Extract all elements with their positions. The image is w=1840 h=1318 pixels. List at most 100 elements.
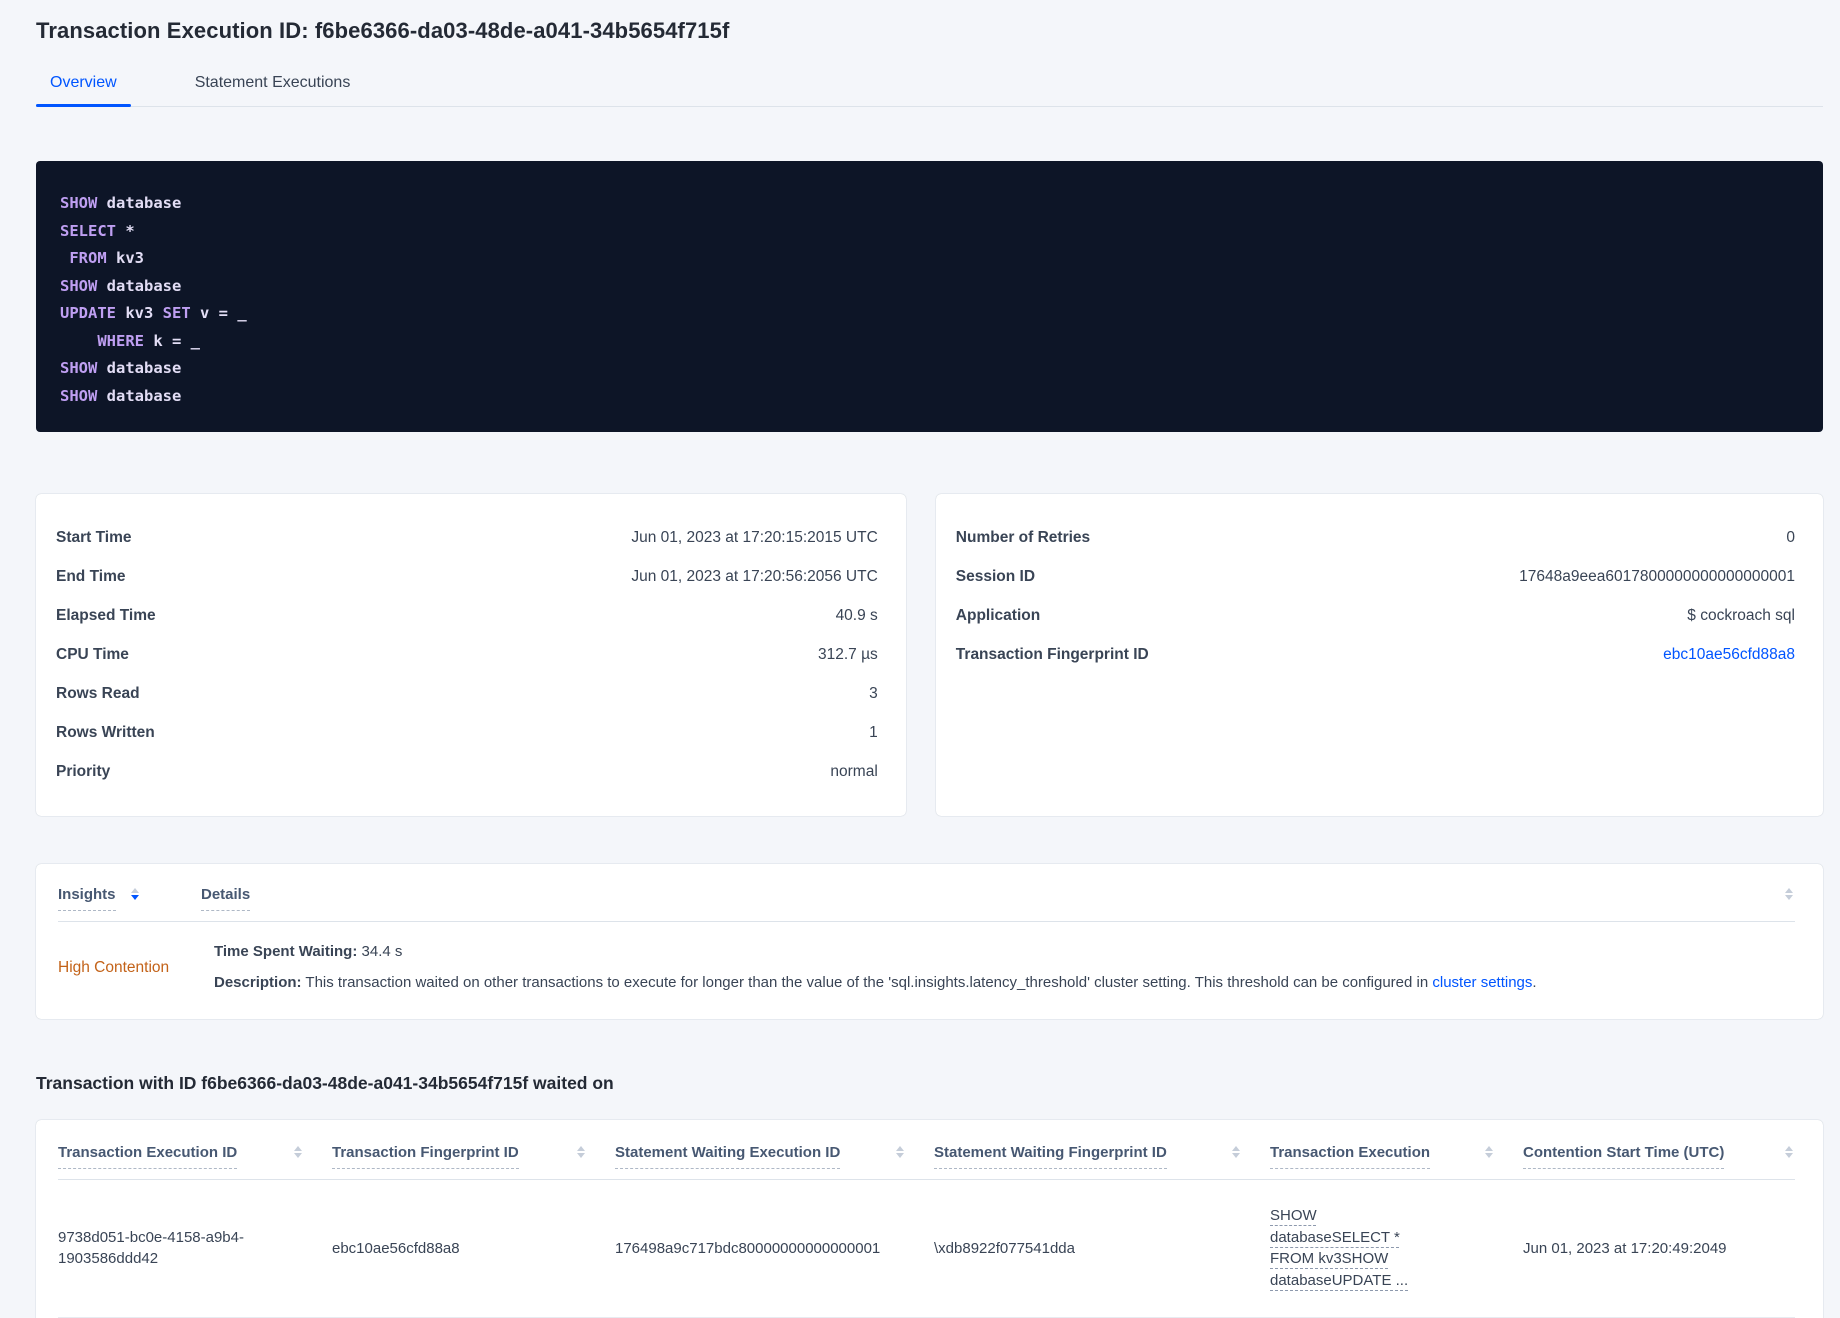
column-label[interactable]: Transaction Fingerprint ID bbox=[332, 1144, 519, 1169]
sort-down-arrow bbox=[1232, 1153, 1240, 1158]
sql-line: UPDATE kv3 SET v = _ bbox=[60, 300, 1799, 328]
waited-on-table-row: 9738d051-bc0e-4158-a9b4-1903586ddd42 ebc… bbox=[58, 1180, 1795, 1317]
transaction-execution-link[interactable]: SHOW databaseSELECT * FROM kv3SHOW datab… bbox=[1270, 1205, 1440, 1291]
sort-icon[interactable] bbox=[292, 1144, 304, 1160]
row-value: 3 bbox=[869, 685, 878, 702]
summary-row-end-time: End Time Jun 01, 2023 at 17:20:56:2056 U… bbox=[56, 558, 878, 597]
sort-down-arrow bbox=[1785, 1153, 1793, 1158]
summary-row-number-of-retries: Number of Retries 0 bbox=[956, 519, 1795, 558]
sql-text: database bbox=[97, 386, 182, 405]
summary-row-cpu-time: CPU Time 312.7 µs bbox=[56, 636, 878, 675]
tab-overview[interactable]: Overview bbox=[36, 68, 131, 107]
sql-line: SHOW database bbox=[60, 273, 1799, 301]
sql-line: SHOW database bbox=[60, 383, 1799, 411]
row-value: Jun 01, 2023 at 17:20:56:2056 UTC bbox=[631, 568, 878, 585]
column-label[interactable]: Contention Start Time (UTC) bbox=[1523, 1144, 1725, 1169]
sort-up-arrow bbox=[294, 1146, 302, 1151]
column-label[interactable]: Statement Waiting Execution ID bbox=[615, 1144, 841, 1169]
sql-indent bbox=[60, 332, 97, 350]
insight-details: Time Spent Waiting: 34.4 s Description: … bbox=[214, 942, 1795, 993]
sql-keyword: SHOW bbox=[60, 386, 98, 405]
description-text: This transaction waited on other transac… bbox=[301, 974, 1433, 991]
sql-keyword: UPDATE bbox=[60, 304, 116, 322]
sql-line: SELECT * bbox=[60, 218, 1799, 246]
summary-cards-row: Start Time Jun 01, 2023 at 17:20:15:2015… bbox=[36, 494, 1823, 816]
summary-row-elapsed-time: Elapsed Time 40.9 s bbox=[56, 597, 878, 636]
time-spent-waiting-line: Time Spent Waiting: 34.4 s bbox=[214, 942, 1795, 962]
row-value: normal bbox=[830, 763, 878, 780]
sort-up-arrow bbox=[1232, 1146, 1240, 1151]
row-value: Jun 01, 2023 at 17:20:15:2015 UTC bbox=[631, 529, 878, 546]
sql-keyword: SHOW bbox=[60, 194, 98, 212]
sort-down-arrow bbox=[1785, 895, 1793, 900]
transaction-fingerprint-link[interactable]: ebc10ae56cfd88a8 bbox=[1663, 646, 1795, 664]
row-value: $ cockroach sql bbox=[1687, 607, 1795, 624]
sort-desc-icon[interactable] bbox=[129, 886, 141, 902]
details-header-label[interactable]: Details bbox=[201, 886, 251, 911]
page-title: Transaction Execution ID: f6be6366-da03-… bbox=[36, 18, 730, 43]
sort-icon[interactable] bbox=[575, 1144, 587, 1160]
row-value: 0 bbox=[1786, 529, 1795, 546]
cell-statement-waiting-execution-id: 176498a9c717bdc80000000000000001 bbox=[615, 1239, 881, 1257]
row-label: Number of Retries bbox=[955, 529, 1091, 546]
row-label: Priority bbox=[56, 763, 111, 780]
description-label: Description: bbox=[214, 974, 302, 991]
sql-text: database bbox=[97, 359, 182, 377]
column-header-transaction-execution-id[interactable]: Transaction Execution ID bbox=[58, 1144, 332, 1169]
row-value: 312.7 µs bbox=[818, 646, 878, 663]
waited-on-table-header: Transaction Execution ID Transaction Fin… bbox=[58, 1144, 1795, 1169]
sort-up-arrow bbox=[896, 1146, 904, 1151]
cell-contention-start-time: Jun 01, 2023 at 17:20:49:2049 bbox=[1523, 1239, 1727, 1257]
summary-row-rows-read: Rows Read 3 bbox=[56, 675, 878, 714]
sort-down-arrow bbox=[896, 1153, 904, 1158]
sort-up-arrow bbox=[1485, 1146, 1493, 1151]
details-column-header[interactable]: Details bbox=[201, 886, 1783, 911]
sql-statements-box: SHOW database SELECT * FROM kv3 SHOW datab… bbox=[36, 161, 1823, 432]
time-spent-waiting-label: Time Spent Waiting: bbox=[214, 943, 358, 960]
column-header-transaction-fingerprint-id[interactable]: Transaction Fingerprint ID bbox=[332, 1144, 615, 1169]
sort-icon[interactable] bbox=[894, 1144, 906, 1160]
tab-statement-executions[interactable]: Statement Executions bbox=[181, 68, 365, 106]
sort-up-arrow bbox=[1785, 1146, 1793, 1151]
page-container: Transaction Execution ID: f6be6366-da03-… bbox=[0, 0, 1840, 1318]
sql-keyword: WHERE bbox=[97, 331, 144, 350]
row-value: 17648a9eea6017800000000000000001 bbox=[1519, 568, 1795, 585]
tab-bar: Overview Statement Executions bbox=[36, 68, 1823, 107]
column-header-statement-waiting-fingerprint-id[interactable]: Statement Waiting Fingerprint ID bbox=[934, 1144, 1270, 1169]
sql-keyword: SELECT bbox=[60, 221, 116, 240]
row-value: 40.9 s bbox=[835, 607, 878, 624]
insights-column-header[interactable]: Insights bbox=[58, 886, 201, 911]
insights-card: Insights Details High Contention Time Sp… bbox=[36, 864, 1823, 1019]
description-line: Description: This transaction waited on … bbox=[214, 973, 1795, 993]
sql-line: FROM kv3 bbox=[60, 245, 1799, 273]
column-header-transaction-execution[interactable]: Transaction Execution bbox=[1270, 1144, 1523, 1169]
summary-card-right: Number of Retries 0 Session ID 17648a9ee… bbox=[935, 494, 1823, 816]
column-header-contention-start-time[interactable]: Contention Start Time (UTC) bbox=[1523, 1144, 1795, 1169]
column-label[interactable]: Transaction Execution ID bbox=[58, 1144, 238, 1169]
column-header-statement-waiting-execution-id[interactable]: Statement Waiting Execution ID bbox=[615, 1144, 934, 1169]
summary-row-start-time: Start Time Jun 01, 2023 at 17:20:15:2015… bbox=[56, 519, 878, 558]
sql-keyword: SET bbox=[162, 304, 191, 322]
sql-text: database bbox=[97, 276, 182, 295]
sort-icon[interactable] bbox=[1230, 1144, 1242, 1160]
row-label: Application bbox=[955, 607, 1041, 624]
row-label: Rows Read bbox=[56, 685, 140, 702]
column-label[interactable]: Transaction Execution bbox=[1270, 1144, 1431, 1169]
insight-badge-high-contention: High Contention bbox=[58, 958, 170, 976]
row-label: Rows Written bbox=[56, 724, 155, 741]
sql-text: k = _ bbox=[144, 331, 200, 350]
sql-line: SHOW database bbox=[60, 190, 1799, 218]
row-label: CPU Time bbox=[56, 646, 129, 663]
cluster-settings-link[interactable]: cluster settings bbox=[1432, 974, 1532, 991]
sort-up-arrow bbox=[130, 888, 139, 893]
sql-keyword: SHOW bbox=[60, 359, 98, 377]
insight-row: High Contention Time Spent Waiting: 34.4… bbox=[58, 922, 1795, 993]
sort-icon[interactable] bbox=[1783, 886, 1795, 902]
column-label[interactable]: Statement Waiting Fingerprint ID bbox=[934, 1144, 1167, 1169]
insights-header-label[interactable]: Insights bbox=[58, 886, 116, 911]
sort-icon[interactable] bbox=[1783, 1144, 1795, 1160]
insights-table-header: Insights Details bbox=[58, 886, 1795, 911]
description-suffix: . bbox=[1532, 974, 1537, 991]
sort-icon[interactable] bbox=[1483, 1144, 1495, 1160]
summary-row-rows-written: Rows Written 1 bbox=[56, 714, 878, 753]
